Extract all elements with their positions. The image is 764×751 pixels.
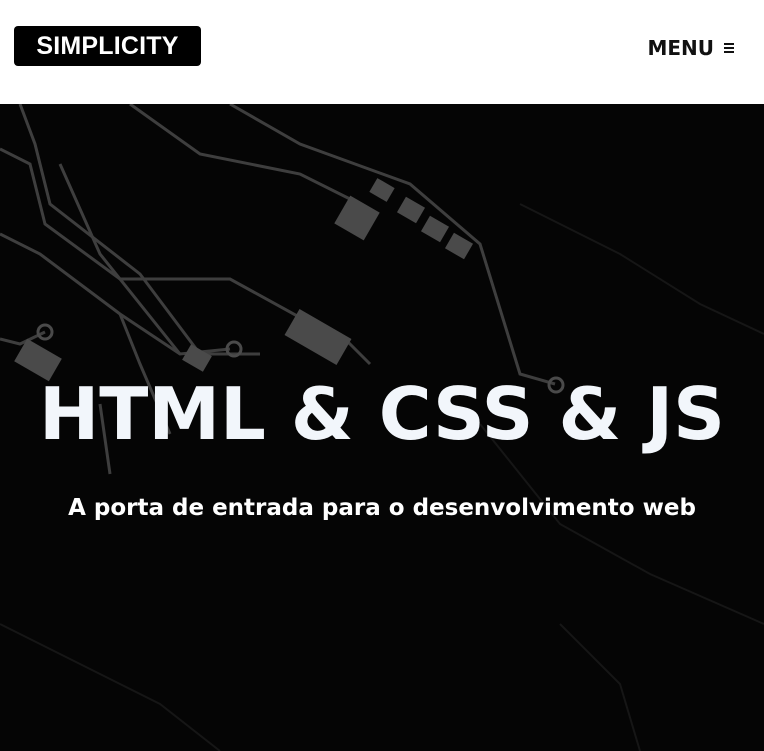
- site-header: SIMPLICITY MENU: [0, 0, 764, 104]
- hamburger-icon: [724, 43, 734, 53]
- site-logo[interactable]: SIMPLICITY: [14, 26, 201, 66]
- hero-subtitle: A porta de entrada para o desenvolviment…: [68, 495, 696, 521]
- menu-button[interactable]: MENU: [647, 34, 734, 62]
- hero-section: HTML & CSS & JS A porta de entrada para …: [0, 104, 764, 751]
- menu-label: MENU: [647, 36, 714, 60]
- hero-title: HTML & CSS & JS: [38, 372, 726, 456]
